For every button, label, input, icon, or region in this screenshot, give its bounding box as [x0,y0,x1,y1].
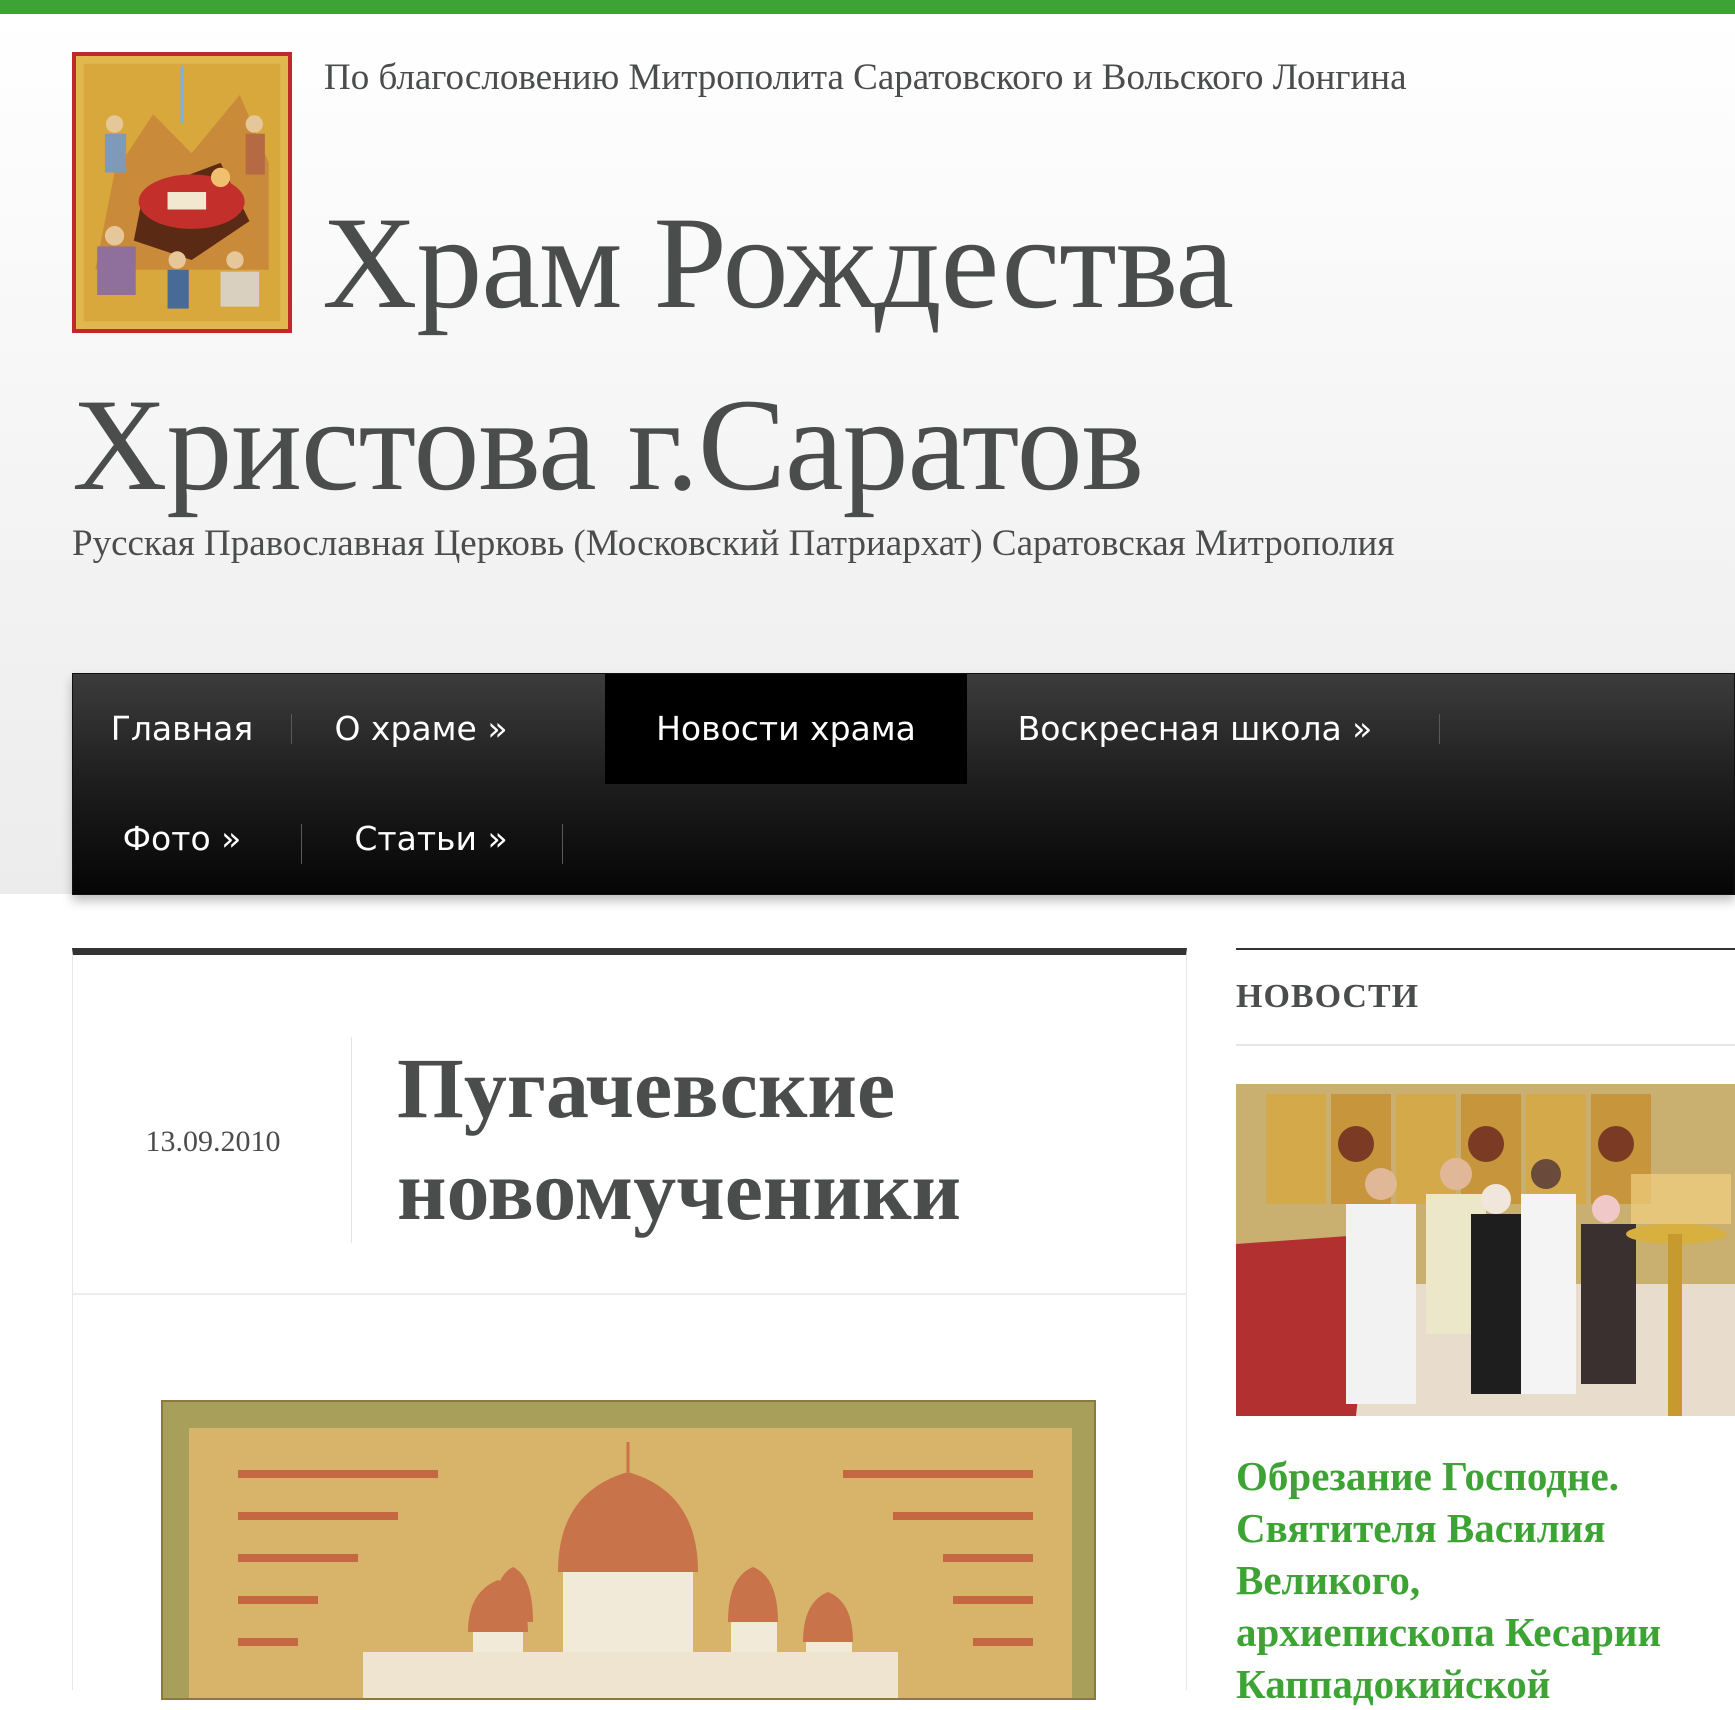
news-item-title[interactable]: Обрезание Господне. Святителя Василия Ве… [1236,1450,1735,1710]
news-title-line: Обрезание Господне. [1236,1453,1619,1499]
post-date: 13.09.2010 [145,1125,281,1158]
nav-item-news[interactable]: Новости храма [605,674,967,784]
post-card: 13.09.2010 Пугачевские новомученики [72,948,1187,1700]
news-title-line: Святителя Василия [1236,1505,1606,1551]
nav-item-about[interactable]: О храме » [291,674,551,784]
site-title[interactable]: Храм Рождества Христова г.Саратов [72,172,1522,536]
sidebar-top-divider [1236,948,1735,950]
main-navigation: Главная О храме » Новости храма Воскресн… [72,673,1735,895]
nav-separator [1439,714,1440,744]
sidebar: НОВОСТИ Обрезание Господне. Святителя Ва… [1236,948,1735,1707]
news-title-line: Великого, [1236,1557,1421,1603]
widget-title-news: НОВОСТИ [1236,978,1420,1015]
nav-item-home[interactable]: Главная [73,674,291,784]
blessing-text: По благословению Митрополита Саратовског… [324,57,1407,98]
news-thumbnail[interactable] [1236,1084,1735,1416]
top-accent-bar [0,0,1735,14]
site-description: Русская Православная Церковь (Московский… [72,523,1395,564]
news-title-line: архиепископа Кесарии [1236,1609,1662,1655]
date-divider [351,1037,352,1243]
nav-separator [562,824,563,864]
post-title: Пугачевские новомученики [397,1040,962,1238]
nav-separator [301,824,302,864]
nav-item-photo[interactable]: Фото » [73,784,291,894]
news-title-line: Каппадокийской [1236,1661,1551,1707]
widget-divider [1236,1044,1735,1046]
nav-item-articles[interactable]: Статьи » [303,784,559,894]
post-header-divider [73,1293,1186,1295]
post-icon-image[interactable] [161,1400,1096,1700]
nav-item-sunday-school[interactable]: Воскресная школа » [995,674,1395,784]
